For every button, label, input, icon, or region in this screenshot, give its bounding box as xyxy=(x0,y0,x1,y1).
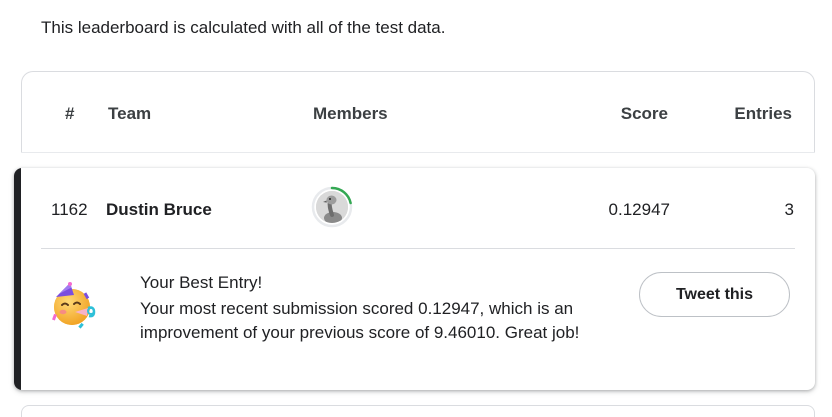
column-header-score[interactable]: Score xyxy=(621,104,668,124)
member-avatar[interactable] xyxy=(311,186,353,228)
column-header-entries[interactable]: Entries xyxy=(734,104,792,124)
column-header-rank[interactable]: # xyxy=(65,104,74,124)
column-header-team[interactable]: Team xyxy=(108,104,151,124)
next-leaderboard-row xyxy=(21,405,815,417)
leaderboard-header: # Team Members Score Entries xyxy=(21,71,815,153)
tweet-button[interactable]: Tweet this xyxy=(639,272,790,317)
row-entries: 3 xyxy=(784,200,794,219)
best-entry-message: Your most recent submission scored 0.129… xyxy=(140,299,580,342)
row-team-name[interactable]: Dustin Bruce xyxy=(106,200,212,220)
row-divider xyxy=(41,248,795,249)
row-highlight-bar xyxy=(14,168,21,390)
column-header-members: Members xyxy=(313,104,388,123)
partying-face-icon xyxy=(50,281,98,329)
best-entry-title: Your Best Entry! xyxy=(140,273,263,292)
row-score: 0.12947 xyxy=(608,200,670,219)
ostrich-avatar-icon xyxy=(316,191,348,223)
row-rank: 1162 xyxy=(51,200,88,219)
my-team-row: 1162 Dustin Bruce 0.12947 3 Your Best En… xyxy=(14,168,815,390)
leaderboard-note: This leaderboard is calculated with all … xyxy=(41,18,446,37)
